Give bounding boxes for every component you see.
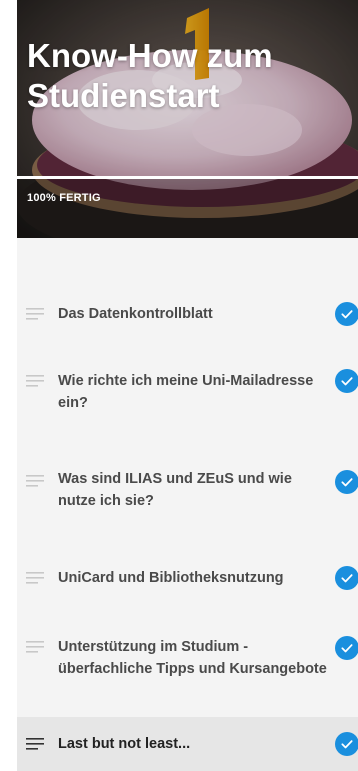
- menu-icon: [26, 475, 44, 487]
- menu-icon: [26, 308, 44, 320]
- course-title: Know-How zum Studienstart: [27, 37, 273, 114]
- lesson-item-uni-mailadresse[interactable]: Wie richte ich meine Uni-Mailadresse ein…: [17, 368, 358, 418]
- lesson-label: UniCard und Bibliotheksnutzung: [58, 570, 284, 586]
- completed-check-icon: [335, 369, 358, 393]
- lesson-item-ilias-zeus[interactable]: Was sind ILIAS und ZEuS und wie nutze ic…: [17, 466, 358, 516]
- lesson-label: Das Datenkontrollblatt: [58, 306, 213, 322]
- course-sidebar: Know-How zum Studienstart 100% FERTIG Da…: [17, 0, 358, 771]
- progress-bar: [17, 176, 358, 179]
- completed-check-icon: [335, 566, 358, 590]
- lesson-label: Was sind ILIAS und ZEuS und wie nutze ic…: [58, 471, 292, 509]
- completed-check-icon: [335, 470, 358, 494]
- progress-label: 100% FERTIG: [27, 192, 101, 204]
- completed-check-icon: [335, 302, 358, 326]
- menu-icon: [26, 375, 44, 387]
- completed-check-icon: [335, 636, 358, 660]
- course-header: Know-How zum Studienstart 100% FERTIG: [17, 0, 358, 238]
- lesson-label: Unterstützung im Studium - überfachliche…: [58, 639, 327, 677]
- lesson-label: Last but not least...: [58, 736, 191, 752]
- lesson-label: Wie richte ich meine Uni-Mailadresse ein…: [58, 373, 314, 411]
- menu-icon: [26, 641, 44, 653]
- lesson-item-datenkontrollblatt[interactable]: Das Datenkontrollblatt: [17, 297, 358, 331]
- completed-check-icon: [335, 732, 358, 756]
- lesson-item-unicard[interactable]: UniCard und Bibliotheksnutzung: [17, 561, 358, 595]
- progress-bar-fill: [17, 176, 358, 179]
- menu-icon: [26, 572, 44, 584]
- lesson-item-last-but-not-least[interactable]: Last but not least...: [17, 717, 358, 771]
- menu-icon: [26, 738, 44, 750]
- lesson-item-unterstuetzung[interactable]: Unterstützung im Studium - überfachliche…: [17, 636, 358, 686]
